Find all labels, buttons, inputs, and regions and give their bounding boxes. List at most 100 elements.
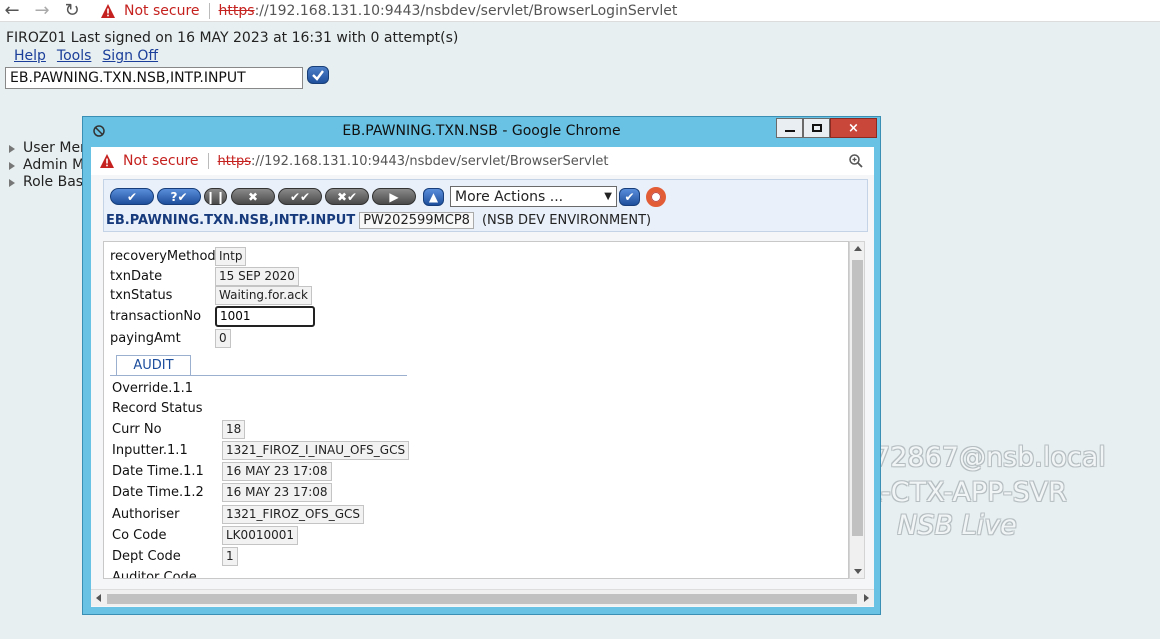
field-value: Intp <box>215 246 247 266</box>
question-check-icon: ?✔ <box>170 189 188 204</box>
go-button[interactable] <box>307 66 329 84</box>
audit-value: 18 <box>222 419 246 439</box>
popup-title-bar[interactable]: EB.PAWNING.TXN.NSB - Google Chrome × <box>83 117 880 146</box>
horizontal-scrollbar[interactable] <box>91 589 874 606</box>
menu-tree: User Men Admin Me Role Base <box>9 140 93 191</box>
field-value: 0 <box>215 328 231 348</box>
close-icon: × <box>848 120 859 136</box>
field-label: txnDate <box>110 268 163 284</box>
next-button[interactable]: ▶ <box>372 188 416 205</box>
warning-icon <box>100 154 114 168</box>
check-icon: ✔ <box>624 190 635 204</box>
expand-arrow-icon <box>9 178 15 187</box>
field-value: Waiting.for.ack <box>215 285 312 305</box>
more-actions-value: More Actions ... <box>455 188 564 205</box>
more-actions-go-button[interactable]: ✔ <box>619 188 640 206</box>
minimize-icon <box>784 130 795 132</box>
field-label: transactionNo <box>110 308 202 324</box>
application-name: EB.PAWNING.TXN.NSB,INTP.INPUT <box>106 213 356 228</box>
scroll-down-icon[interactable] <box>854 569 862 574</box>
maximize-button[interactable] <box>803 118 830 138</box>
popup-address-bar[interactable]: Not secure https://192.168.131.10:9443/n… <box>91 147 874 175</box>
double-check-icon: ✔✔ <box>289 189 311 204</box>
play-icon: ▶ <box>389 189 399 204</box>
authorise-button[interactable]: ✔✔ <box>278 188 322 205</box>
scroll-up-icon[interactable] <box>854 246 862 251</box>
forward-arrow-icon[interactable]: → <box>30 0 54 22</box>
validate-button[interactable]: ?✔ <box>157 188 201 205</box>
audit-row: Co Code LK0010001 <box>112 525 298 545</box>
scroll-thumb[interactable] <box>107 594 857 604</box>
help-link[interactable]: Help <box>14 48 46 64</box>
checkmark-icon <box>312 70 324 81</box>
commit-button[interactable]: ✔ <box>110 188 154 205</box>
audit-row: Inputter.1.1 1321_FIROZ_I_INAU_OFS_GCS <box>112 440 410 460</box>
cross-icon: ✖ <box>247 189 259 204</box>
audit-value: 16 MAY 23 17:08 <box>222 461 332 481</box>
field-row: recoveryMethod Intp <box>110 246 247 266</box>
minimize-button[interactable] <box>776 118 803 138</box>
cross-check-icon: ✖✔ <box>336 189 358 204</box>
transaction-no-input[interactable] <box>215 305 315 327</box>
audit-row: Date Time.1.2 16 MAY 23 17:08 <box>112 482 332 502</box>
tools-link[interactable]: Tools <box>57 48 92 64</box>
browser-toolbar: ← → ↻ Not secure https://192.168.131.10:… <box>0 0 1160 22</box>
audit-label: Record Status <box>112 400 203 416</box>
record-id: PW202599MCP8 <box>359 212 474 229</box>
audit-label: Dept Code <box>112 548 181 564</box>
tree-item-role-based[interactable]: Role Base <box>9 174 93 191</box>
audit-value: 16 MAY 23 17:08 <box>222 482 332 502</box>
tree-item-label: User Men <box>23 140 89 156</box>
field-row: txnStatus Waiting.for.ack <box>110 285 312 305</box>
upload-button[interactable]: ▲ <box>423 188 444 206</box>
tree-item-user-menu[interactable]: User Men <box>9 140 93 157</box>
url-scheme: https <box>217 153 251 169</box>
audit-row: Authoriser 1321_FIROZ_OFS_GCS <box>112 504 365 524</box>
delete-button[interactable]: ✖ <box>231 188 275 205</box>
field-row: txnDate 15 SEP 2020 <box>110 266 299 286</box>
vertical-scrollbar[interactable] <box>849 241 865 579</box>
reverse-button[interactable]: ✖✔ <box>325 188 369 205</box>
field-row: transactionNo <box>110 305 315 327</box>
scroll-left-icon[interactable] <box>96 594 101 602</box>
back-arrow-icon[interactable]: ← <box>0 0 24 22</box>
close-button[interactable]: × <box>830 118 877 138</box>
command-input[interactable] <box>5 67 303 89</box>
not-secure-label: Not secure <box>124 2 200 19</box>
address-bar[interactable]: Not secure https://192.168.131.10:9443/n… <box>100 2 678 19</box>
tree-item-admin-menu[interactable]: Admin Me <box>9 157 93 174</box>
hold-button[interactable]: ❙❙ <box>204 188 227 205</box>
warning-icon <box>101 3 115 18</box>
sign-off-link[interactable]: Sign Off <box>102 48 158 64</box>
audit-label: Date Time.1.2 <box>112 484 204 500</box>
audit-value: 1321_FIROZ_OFS_GCS <box>222 504 365 524</box>
popup-window: EB.PAWNING.TXN.NSB - Google Chrome × Not… <box>82 116 881 615</box>
zoom-icon[interactable] <box>848 153 864 169</box>
field-row: payingAmt 0 <box>110 328 231 348</box>
expand-arrow-icon <box>9 144 15 153</box>
scroll-right-icon[interactable] <box>864 594 869 602</box>
audit-label: Override.1.1 <box>112 380 194 396</box>
main-menu: Help Tools Sign Off <box>14 48 158 64</box>
audit-label: Date Time.1.1 <box>112 463 204 479</box>
field-label: recoveryMethod <box>110 248 216 264</box>
url-separator <box>208 2 210 19</box>
application-line: EB.PAWNING.TXN.NSB,INTP.INPUT PW202599MC… <box>106 212 651 229</box>
tab-audit[interactable]: AUDIT <box>116 355 191 375</box>
signed-on-status: FIROZ01 Last signed on 16 MAY 2023 at 16… <box>6 30 459 46</box>
url-path: ://192.168.131.10:9443/nsbdev/servlet/Br… <box>254 2 678 19</box>
audit-label: Inputter.1.1 <box>112 442 188 458</box>
help-lifebuoy-icon[interactable] <box>646 187 666 207</box>
more-actions-select[interactable]: More Actions ... ▼ <box>450 186 617 207</box>
audit-label: Auditor Code <box>112 569 197 579</box>
scroll-thumb[interactable] <box>852 260 863 536</box>
tab-divider <box>110 375 407 376</box>
transaction-toolbar: ✔ ?✔ ❙❙ ✖ ✔✔ ✖✔ ▶ ▲ More Actions ... ▼ ✔… <box>103 179 868 232</box>
pause-icon: ❙❙ <box>205 189 226 204</box>
audit-value: 1 <box>222 546 238 566</box>
field-value: 15 SEP 2020 <box>215 266 299 286</box>
reload-icon[interactable]: ↻ <box>60 0 84 22</box>
not-secure-label: Not secure <box>123 153 199 169</box>
audit-row: Dept Code 1 <box>112 546 238 566</box>
popup-title: EB.PAWNING.TXN.NSB - Google Chrome <box>342 123 621 139</box>
